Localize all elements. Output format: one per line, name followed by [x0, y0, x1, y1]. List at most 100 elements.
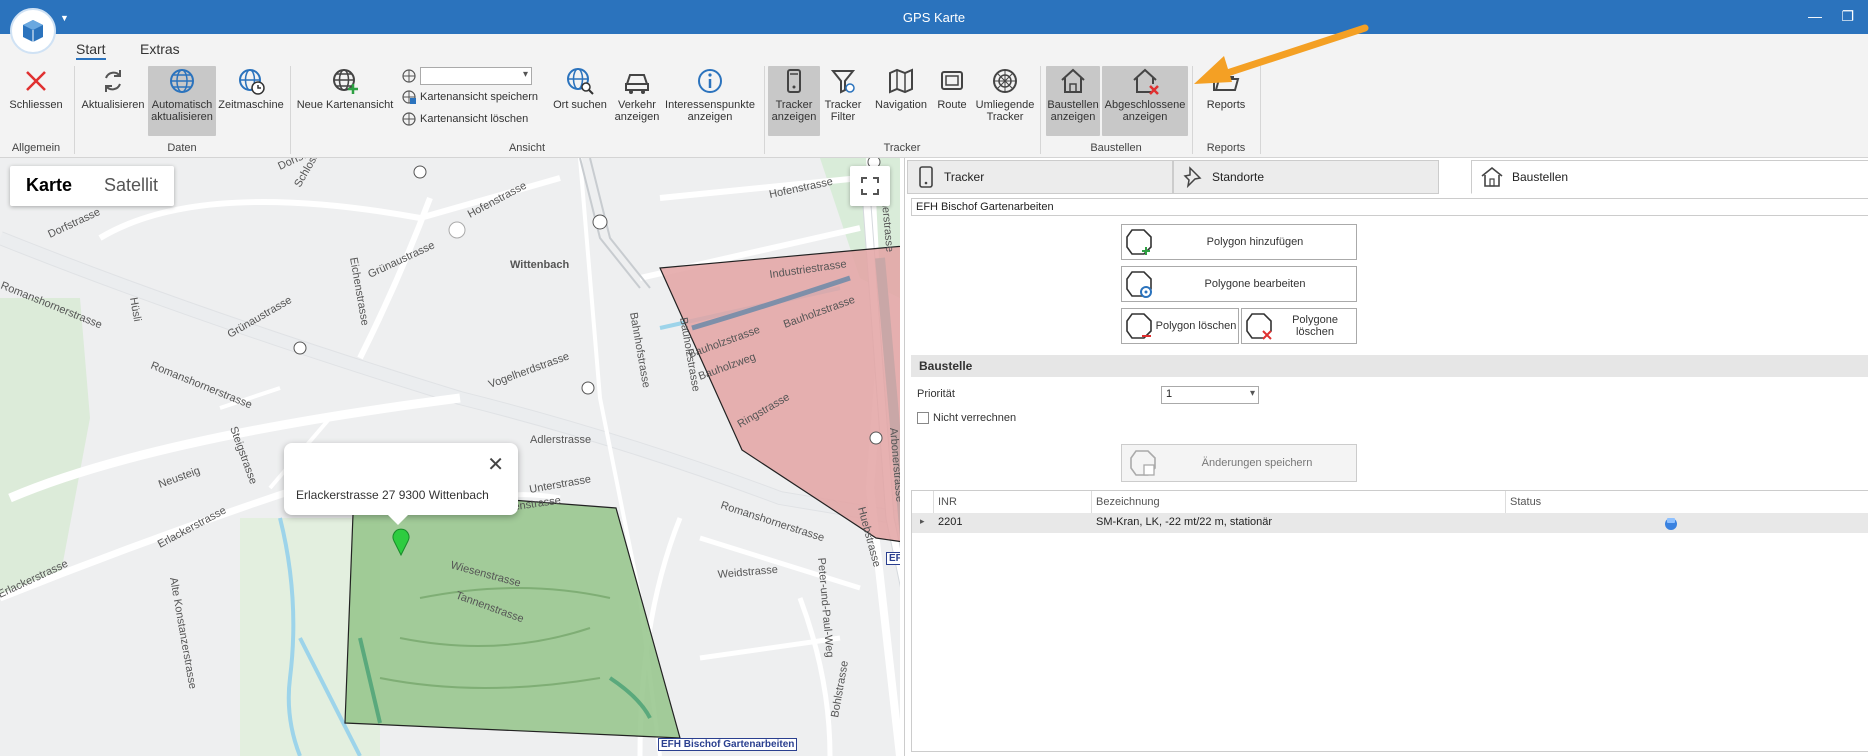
- poi-button[interactable]: Interessenspunkte anzeigen: [664, 66, 756, 136]
- ribbon-tabs: Start Extras: [0, 34, 1868, 62]
- restore-icon[interactable]: ❐: [1841, 8, 1854, 25]
- table-row[interactable]: ▸ 2201 SM-Kran, LK, -22 mt/22 m, station…: [912, 513, 1868, 533]
- close-x-icon: [26, 71, 46, 91]
- save-changes-label: Änderungen speichern: [1201, 457, 1313, 469]
- route-button[interactable]: Route: [932, 66, 972, 136]
- delete-polygon-button[interactable]: Polygon löschen: [1121, 308, 1239, 344]
- not-billed-checkbox[interactable]: [917, 412, 929, 424]
- site-label-bischof[interactable]: EFH Bischof Gartenarbeiten: [658, 738, 798, 751]
- map-view-dropdown[interactable]: [420, 67, 532, 85]
- delete-map-view-label: Kartenansicht löschen: [420, 113, 529, 125]
- grid-header-inr[interactable]: INR: [934, 491, 1092, 513]
- nearby-trackers-button[interactable]: Umliegende Tracker: [974, 66, 1036, 136]
- globe-search-icon: [567, 68, 594, 95]
- map-view-select-row: [402, 67, 532, 85]
- row-expand-icon[interactable]: ▸: [920, 516, 925, 527]
- cube-icon: [23, 20, 43, 42]
- app-menu-arrow-icon[interactable]: ▼: [60, 13, 69, 23]
- delete-polygon-label: Polygon löschen: [1155, 320, 1237, 332]
- show-sites-label: Baustellen anzeigen: [1047, 99, 1099, 123]
- filter-icon: [830, 70, 856, 94]
- row-inr: 2201: [938, 516, 963, 528]
- show-tracker-button[interactable]: Tracker anzeigen: [768, 66, 820, 136]
- priority-label: Priorität: [917, 388, 955, 400]
- add-polygon-button[interactable]: Polygon hinzufügen: [1121, 224, 1357, 260]
- group-tracker-label: Tracker: [883, 142, 921, 154]
- tracker-filter-button[interactable]: Tracker Filter: [822, 66, 864, 136]
- close-button[interactable]: Schliessen: [6, 66, 66, 136]
- fullscreen-button[interactable]: [850, 166, 890, 206]
- show-sites-button[interactable]: Baustellen anzeigen: [1046, 66, 1100, 136]
- search-place-button[interactable]: Ort suchen: [550, 66, 610, 136]
- save-changes-button[interactable]: Änderungen speichern: [1121, 444, 1357, 482]
- tracker-device-icon: [787, 69, 801, 93]
- poi-label: Interessenspunkte anzeigen: [665, 99, 755, 123]
- map-type-toggle: Karte Satellit: [10, 166, 175, 206]
- refresh-icon: [105, 70, 121, 92]
- navigation-button[interactable]: Navigation: [874, 66, 928, 136]
- map-type-satellit[interactable]: Satellit: [88, 166, 174, 206]
- panel-tab-baustellen[interactable]: Baustellen: [1471, 160, 1868, 194]
- polygon-remove-icon: [1126, 313, 1152, 339]
- house-icon: [1061, 68, 1085, 93]
- globe-icon: [170, 69, 194, 93]
- edit-polygons-label: Polygone bearbeiten: [1204, 278, 1306, 290]
- save-map-view-button[interactable]: Kartenansicht speichern: [402, 90, 538, 104]
- ribbon: Schliessen Allgemein Aktualisieren Autom…: [0, 62, 1868, 158]
- show-closed-sites-button[interactable]: Abgeschlossene anzeigen: [1102, 66, 1188, 136]
- auto-refresh-button[interactable]: Automatisch aktualisieren: [148, 66, 216, 136]
- tab-extras[interactable]: Extras: [140, 41, 180, 57]
- popup-close-icon[interactable]: ✕: [487, 455, 504, 475]
- site-label-sonderegger[interactable]: EFH Sonderegger Gartenarbeiten: [886, 552, 900, 565]
- save-map-view-label: Kartenansicht speichern: [420, 91, 539, 103]
- close-button-label: Schliessen: [9, 99, 63, 111]
- group-ansicht-label: Ansicht: [508, 142, 546, 154]
- radar-icon: [993, 69, 1017, 93]
- grid-header-bezeichnung[interactable]: Bezeichnung: [1092, 491, 1506, 513]
- route-icon: [941, 71, 963, 90]
- car-icon: [625, 74, 649, 94]
- grid-expand-header: [912, 491, 934, 513]
- edit-polygons-button[interactable]: Polygone bearbeiten: [1121, 266, 1357, 302]
- tab-start[interactable]: Start: [76, 41, 106, 60]
- not-billed-label: Nicht verrechnen: [933, 412, 1017, 424]
- show-tracker-label: Tracker anzeigen: [771, 99, 817, 123]
- delete-map-view-button[interactable]: Kartenansicht löschen: [402, 112, 528, 126]
- globe-small-icon: [402, 69, 416, 83]
- polygon-add-icon: [1126, 229, 1152, 255]
- fullscreen-icon: [861, 177, 879, 195]
- navigation-label: Navigation: [875, 99, 927, 111]
- globe-save-icon: [402, 90, 416, 104]
- map-type-karte[interactable]: Karte: [10, 166, 88, 206]
- delete-polygons-button[interactable]: Polygone löschen: [1241, 308, 1357, 344]
- grid-header-status[interactable]: Status: [1506, 491, 1868, 513]
- app-logo[interactable]: [10, 8, 56, 54]
- add-polygon-label: Polygon hinzufügen: [1206, 236, 1304, 248]
- annotation-arrow-icon: [1194, 24, 1369, 84]
- house-icon: [1481, 166, 1503, 187]
- status-crane-icon: [1665, 518, 1677, 530]
- popup-address: Erlackerstrasse 27 9300 Wittenbach: [296, 488, 489, 502]
- panel-tab-tracker[interactable]: Tracker: [907, 160, 1173, 194]
- time-machine-button[interactable]: Zeitmaschine: [218, 66, 284, 136]
- group-reports-label: Reports: [1206, 142, 1246, 154]
- priority-select[interactable]: 1: [1161, 386, 1259, 404]
- divider: [764, 66, 765, 154]
- panel-tab-standorte[interactable]: Standorte: [1173, 160, 1439, 194]
- site-name-field[interactable]: EFH Bischof Gartenarbeiten: [911, 198, 1868, 216]
- tracker-device-icon: [919, 166, 933, 188]
- divider: [1040, 66, 1041, 154]
- show-closed-sites-label: Abgeschlossene anzeigen: [1104, 99, 1186, 123]
- globe-clock-icon: [239, 69, 265, 95]
- refresh-button[interactable]: Aktualisieren: [80, 66, 146, 136]
- new-map-view-button[interactable]: Neue Kartenansicht: [296, 66, 394, 136]
- device-grid: INR Bezeichnung Status ▸ 2201 SM-Kran, L…: [911, 490, 1868, 752]
- panel-tab-standorte-label: Standorte: [1212, 170, 1265, 184]
- location-marker[interactable]: [391, 526, 411, 559]
- minimize-icon[interactable]: —: [1808, 8, 1822, 24]
- polygon-edit-icon: [1126, 271, 1152, 298]
- info-icon: [698, 69, 722, 93]
- panel-tab-tracker-label: Tracker: [944, 170, 985, 184]
- traffic-button[interactable]: Verkehr anzeigen: [612, 66, 662, 136]
- delete-polygons-label: Polygone löschen: [1292, 314, 1338, 338]
